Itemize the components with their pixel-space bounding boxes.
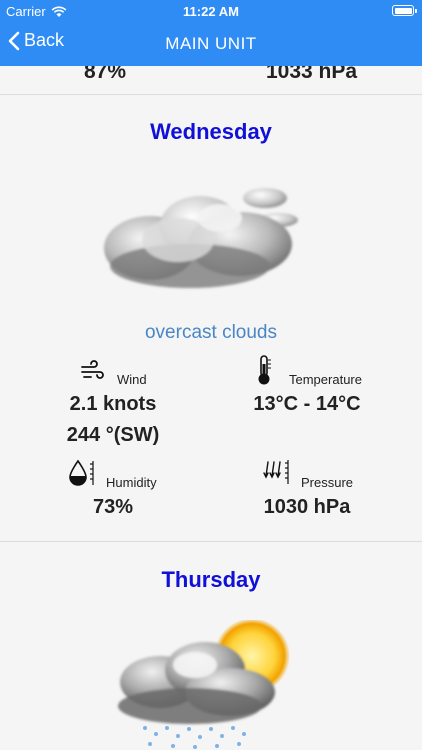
wind-speed-value: 2.1 knots <box>69 393 157 415</box>
pressure-value: 1030 hPa <box>263 496 351 518</box>
temperature-value: 13°C - 14°C <box>253 393 361 415</box>
day-title: Wednesday <box>150 119 272 144</box>
battery-icon <box>392 5 417 16</box>
wind-label: Wind <box>117 372 147 387</box>
day-title: Thursday <box>161 567 261 592</box>
wind-icon <box>81 360 104 379</box>
navigation-bar: Back MAIN UNIT <box>0 22 422 66</box>
divider <box>0 541 422 542</box>
status-time: 11:22 AM <box>183 4 239 19</box>
top-bar: Carrier 11:22 AM Back MAIN UNIT <box>0 0 422 66</box>
divider <box>0 94 422 95</box>
rain-sun-icon <box>118 620 290 749</box>
humidity-drop-icon <box>69 459 94 486</box>
forecast-scroll-view[interactable]: 87% 1033 hPa Wednesday overcast clouds W… <box>0 0 422 750</box>
humidity-label: Humidity <box>106 475 157 490</box>
pressure-icon <box>263 460 289 484</box>
wind-direction-value: 244 °(SW) <box>66 424 160 446</box>
condition-text: overcast clouds <box>144 322 277 343</box>
temperature-label: Temperature <box>289 372 362 387</box>
overcast-clouds-icon <box>104 188 298 288</box>
page-title: MAIN UNIT <box>165 34 257 53</box>
status-bar: Carrier 11:22 AM <box>0 0 422 22</box>
thermometer-icon <box>258 355 271 385</box>
humidity-value: 73% <box>92 496 134 518</box>
pressure-label: Pressure <box>301 475 354 490</box>
